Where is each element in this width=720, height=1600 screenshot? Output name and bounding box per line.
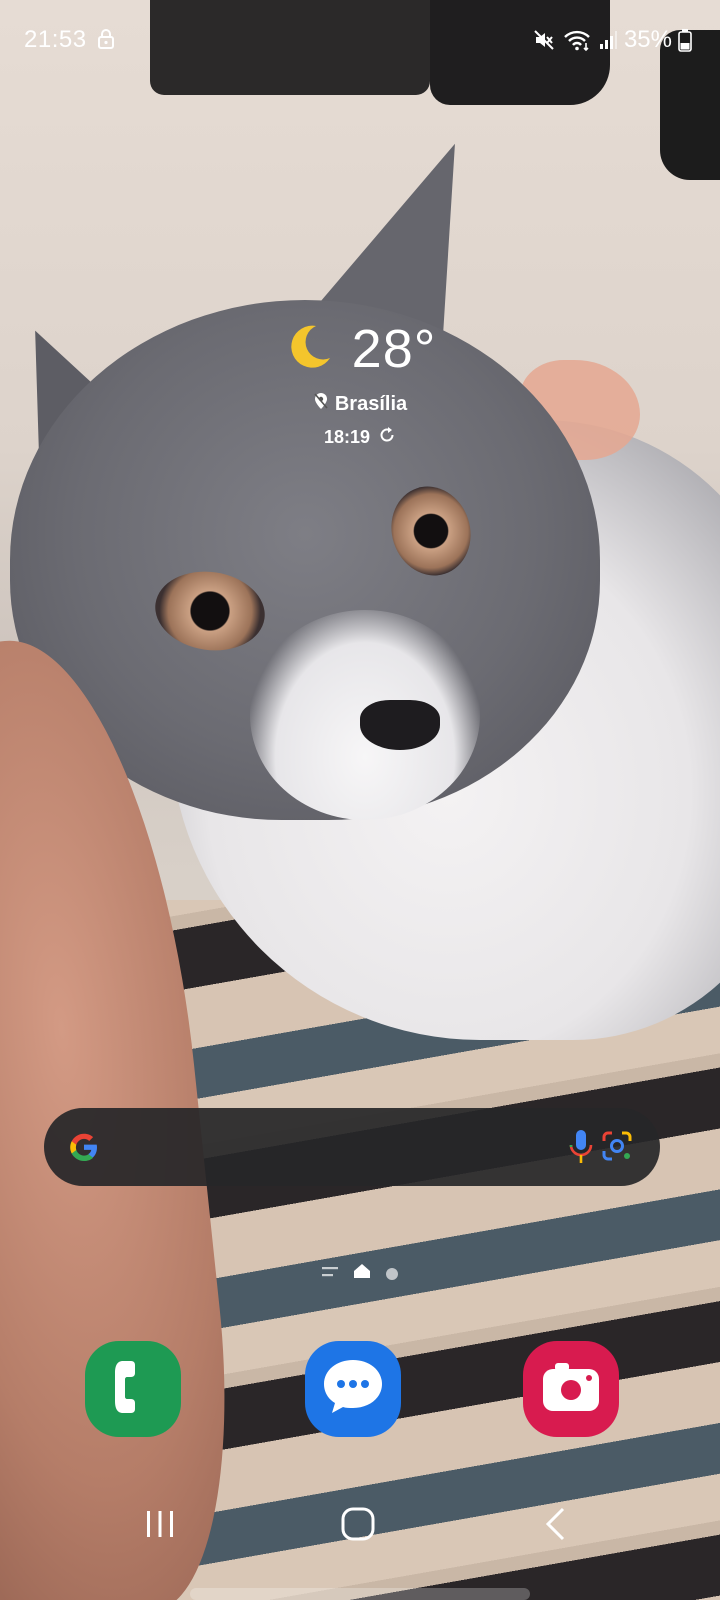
refresh-icon[interactable]: [378, 426, 396, 449]
wifi-icon: [562, 28, 592, 52]
microphone-icon[interactable]: [568, 1128, 594, 1171]
gesture-handle: [190, 1588, 530, 1600]
feed-page-icon[interactable]: [322, 1265, 338, 1283]
phone-app[interactable]: [85, 1341, 181, 1437]
back-button[interactable]: [526, 1502, 586, 1550]
temperature: 28°: [351, 319, 437, 379]
back-icon: [543, 1506, 569, 1547]
google-search-bar[interactable]: [44, 1108, 660, 1186]
recents-button[interactable]: [130, 1502, 190, 1550]
status-time: 21:53: [24, 26, 87, 53]
camera-icon: [539, 1361, 603, 1418]
messages-app[interactable]: [305, 1341, 401, 1437]
google-logo-icon: [66, 1129, 102, 1170]
page-indicator[interactable]: [0, 1264, 720, 1283]
weather-main-row: 28°: [0, 318, 720, 380]
page-dot[interactable]: [386, 1267, 398, 1280]
battery-icon: [678, 28, 692, 52]
app-dock: [0, 1341, 720, 1441]
messages-icon: [320, 1356, 386, 1423]
weather-updated-time: 18:19: [323, 427, 371, 447]
lock-icon: [97, 29, 115, 49]
mute-icon: [532, 28, 556, 52]
google-lens-icon[interactable]: [600, 1129, 634, 1168]
weather-location: Brasília: [334, 392, 408, 415]
camera-app[interactable]: [523, 1341, 619, 1437]
weather-widget[interactable]: 28° Brasília 18:19: [0, 318, 720, 449]
home-icon: [340, 1506, 376, 1547]
status-bar[interactable]: 21:53 35%: [0, 0, 720, 80]
home-page-icon[interactable]: [354, 1264, 370, 1283]
status-indicators: 35%: [532, 26, 692, 54]
weather-location-row: Brasília: [0, 392, 720, 416]
battery-percent: 35%: [623, 26, 672, 53]
weather-updated-row: 18:19: [0, 426, 720, 449]
signal-icon: [598, 29, 618, 51]
navigation-bar: [0, 1490, 720, 1560]
recents-icon: [143, 1509, 177, 1544]
phone-icon: [107, 1357, 159, 1422]
wallpaper-cat-nose: [360, 700, 440, 750]
home-button[interactable]: [328, 1502, 388, 1550]
location-pin-icon: [313, 392, 329, 416]
moon-icon: [284, 322, 334, 377]
